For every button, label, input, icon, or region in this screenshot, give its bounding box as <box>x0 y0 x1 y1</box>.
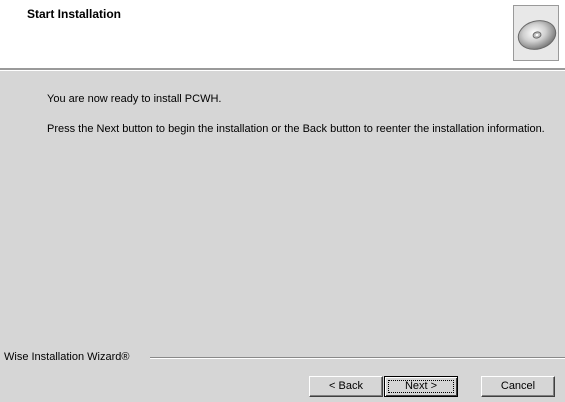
wizard-body: You are now ready to install PCWH. Press… <box>0 71 565 402</box>
next-button[interactable]: Next > <box>384 376 458 397</box>
cancel-button-label: Cancel <box>500 380 536 392</box>
cancel-button[interactable]: Cancel <box>481 376 555 397</box>
brand-row: Wise Installation Wizard® <box>0 351 565 367</box>
ready-message: You are now ready to install PCWH. <box>47 93 222 105</box>
next-button-label: Next > <box>404 380 438 392</box>
brand-divider <box>150 357 565 359</box>
back-button-label: < Back <box>329 380 363 392</box>
back-button[interactable]: < Back <box>309 376 383 397</box>
header-panel: Start Installation <box>0 0 565 71</box>
cd-disc-icon <box>513 5 559 61</box>
instruction-message: Press the Next button to begin the insta… <box>47 123 545 135</box>
page-title: Start Installation <box>27 7 122 21</box>
wizard-brand-label: Wise Installation Wizard® <box>4 351 133 363</box>
